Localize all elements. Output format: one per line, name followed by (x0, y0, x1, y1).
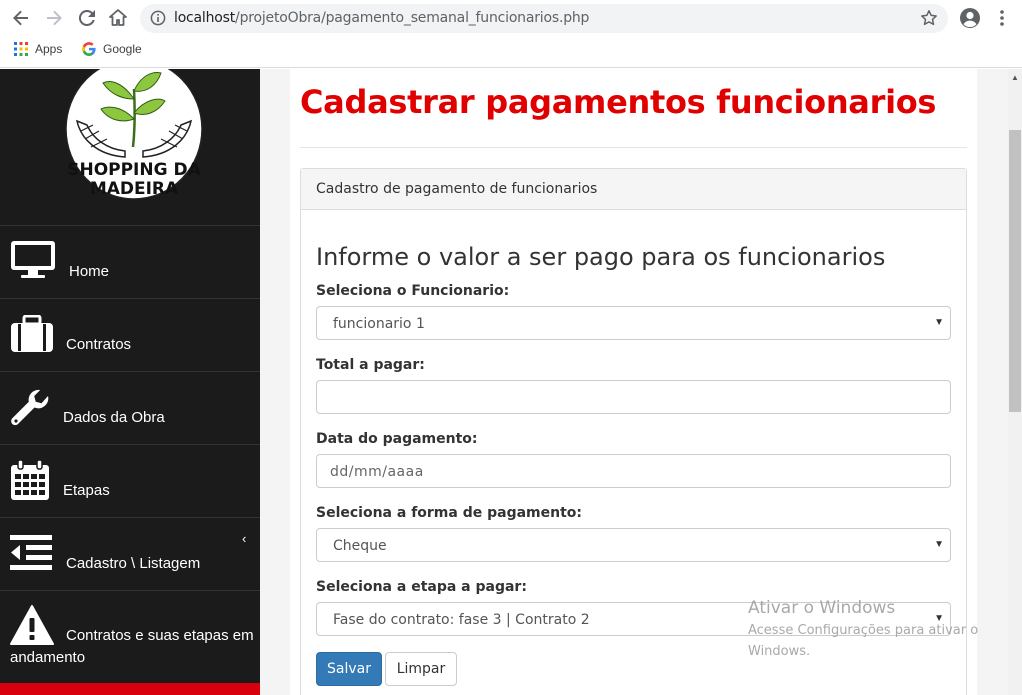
save-button[interactable]: Salvar (316, 652, 382, 686)
sidebar-item-contratos[interactable]: Contratos (0, 298, 260, 371)
sidebar-item-etapas[interactable]: Etapas (0, 444, 260, 517)
indent-list-icon (10, 535, 54, 576)
payment-method-label: Seleciona a forma de pagamento: (316, 505, 583, 521)
url-text: localhost/projetoObra/pagamento_semanal_… (174, 10, 590, 26)
sidebar-item-dados-da-obra[interactable]: Dados da Obra (0, 371, 260, 444)
sidebar-item-home-label: Home (69, 263, 110, 280)
clear-button[interactable]: Limpar (385, 652, 457, 686)
briefcase-icon (10, 314, 54, 358)
sidebar-item-cadastro-listagem-label: Cadastro \ Listagem (66, 555, 201, 572)
browser-toolbar: localhost/projetoObra/pagamento_semanal_… (0, 0, 1022, 36)
page-scrollbar[interactable]: ▲ (1008, 69, 1022, 695)
apps-grid-icon (14, 42, 28, 56)
sidebar: SHOPPING DA MADEIRA Home Contratos Dados… (0, 69, 260, 695)
employee-select-label: Seleciona o Funcionario: (316, 283, 510, 299)
address-bar[interactable]: localhost/projetoObra/pagamento_semanal_… (140, 4, 948, 33)
date-input[interactable]: dd/mm/aaaa (316, 454, 951, 488)
sidebar-item-cadastro-listagem[interactable]: Cadastro \ Listagem ‹ (0, 517, 260, 590)
payment-method-value: Cheque (333, 538, 387, 554)
shopping-da-madeira-logo[interactable]: SHOPPING DA MADEIRA (63, 69, 205, 201)
bookmark-star-icon[interactable] (920, 9, 938, 32)
sidebar-item-contratos-andamento-label: Contratos e suas etapas em andamento (10, 627, 254, 666)
monitor-icon (10, 240, 56, 285)
watermark-subtitle: Acesse Configurações para ativar o Windo… (748, 623, 979, 659)
calendar-icon (10, 459, 50, 506)
chevron-left-icon[interactable]: ‹ (242, 531, 246, 546)
payment-method-select[interactable]: Cheque ▼ (316, 528, 951, 562)
sidebar-item-contratos-andamento[interactable]: Contratos e suas etapas em andamento (0, 590, 260, 683)
total-input-label: Total a pagar: (316, 357, 425, 373)
bookmarks-bar: Apps Google (0, 36, 1022, 68)
sidebar-item-etapas-label: Etapas (63, 482, 110, 499)
forward-icon[interactable] (42, 6, 66, 30)
total-input[interactable] (316, 380, 951, 414)
info-icon[interactable] (150, 10, 166, 31)
windows-activation-watermark: Ativar o Windows Acesse Configurações pa… (748, 598, 988, 662)
scrollbar-thumb[interactable] (1009, 130, 1021, 412)
scroll-up-arrow-icon[interactable]: ▲ (1011, 73, 1019, 82)
bookmark-google-label: Google (103, 42, 142, 56)
stage-select-value: Fase do contrato: fase 3 | Contrato 2 (333, 612, 590, 628)
sidebar-active-bar (0, 683, 260, 695)
logo-text-line1: SHOPPING DA (67, 160, 201, 180)
title-divider (300, 147, 967, 148)
bookmark-apps[interactable]: Apps (14, 42, 62, 56)
bookmark-apps-label: Apps (35, 42, 63, 56)
date-input-label: Data do pagamento: (316, 431, 478, 447)
employee-select-value: funcionario 1 (333, 316, 425, 332)
profile-avatar-icon[interactable] (958, 6, 982, 30)
stage-select-label: Seleciona a etapa a pagar: (316, 579, 527, 595)
form-heading: Informe o valor a ser pago para os funci… (316, 243, 886, 271)
reload-icon[interactable] (75, 6, 99, 30)
panel-heading-text: Cadastro de pagamento de funcionarios (316, 181, 598, 197)
chevron-down-icon: ▼ (934, 539, 944, 550)
page-title: Cadastrar pagamentos funcionarios (300, 83, 937, 121)
sidebar-item-dados-da-obra-label: Dados da Obra (63, 409, 165, 426)
chevron-down-icon: ▼ (934, 317, 944, 328)
sidebar-item-contratos-label: Contratos (66, 336, 132, 353)
wrench-icon (10, 388, 50, 433)
panel-heading: Cadastro de pagamento de funcionarios (301, 169, 966, 210)
home-icon[interactable] (106, 6, 130, 30)
google-logo-icon (82, 42, 96, 56)
bookmark-google[interactable]: Google (82, 42, 142, 56)
employee-select[interactable]: funcionario 1 ▼ (316, 306, 951, 340)
watermark-title: Ativar o Windows (748, 598, 896, 618)
date-input-placeholder: dd/mm/aaaa (330, 464, 424, 480)
sidebar-item-home[interactable]: Home (0, 225, 260, 298)
back-icon[interactable] (9, 6, 33, 30)
logo-text-line2: MADEIRA (90, 179, 179, 199)
browser-menu-icon[interactable] (990, 6, 1014, 30)
